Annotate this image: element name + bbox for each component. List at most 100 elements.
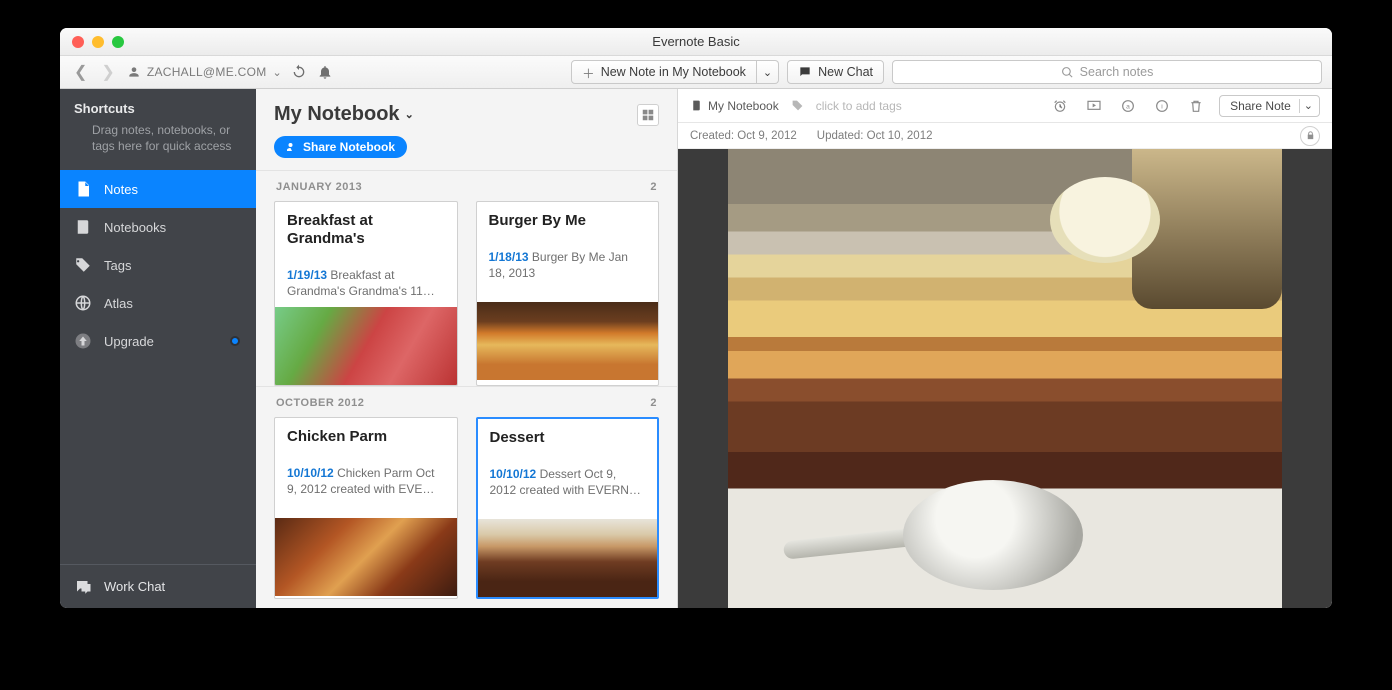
tag-icon	[74, 256, 92, 274]
globe-icon	[74, 294, 92, 312]
chat-icon	[798, 65, 812, 79]
new-note-button[interactable]: ＋ New Note in My Notebook	[571, 60, 757, 84]
new-note-group: ＋ New Note in My Notebook ⌄	[571, 60, 779, 84]
new-chat-label: New Chat	[818, 65, 873, 79]
list-section-header: OCTOBER 2012 2	[256, 386, 677, 417]
note-updated: Updated: Oct 10, 2012	[817, 130, 933, 142]
note-card[interactable]: Burger By Me 1/18/13 Burger By Me Jan 18…	[476, 201, 660, 386]
lock-icon	[1305, 130, 1316, 141]
notebook-header: My Notebook ⌄	[256, 89, 677, 136]
image-spoon	[783, 480, 1083, 590]
chevron-down-icon: ⌄	[273, 66, 283, 79]
lock-button[interactable]	[1300, 126, 1320, 146]
note-date: 10/10/12	[287, 466, 334, 480]
new-note-menu-button[interactable]: ⌄	[757, 60, 779, 84]
notebook-title-dropdown[interactable]: My Notebook ⌄	[274, 103, 414, 126]
note-title: Chicken Parm	[287, 428, 445, 446]
note-title: Dessert	[490, 429, 646, 447]
note-card[interactable]: Chicken Parm 10/10/12 Chicken Parm Oct 9…	[274, 417, 458, 599]
section-label: JANUARY 2013	[276, 181, 362, 193]
present-button[interactable]	[1083, 95, 1105, 117]
info-button[interactable]: i	[1151, 95, 1173, 117]
nav-forward-button[interactable]: ❯	[101, 62, 114, 82]
sidebar-label: Upgrade	[104, 334, 154, 349]
image-medallion	[1050, 177, 1160, 263]
chevron-down-icon: ⌄	[1304, 99, 1313, 112]
note-image	[728, 149, 1282, 608]
share-user-icon	[286, 141, 298, 153]
sidebar-label: Atlas	[104, 296, 133, 311]
shortcuts-title: Shortcuts	[74, 101, 242, 116]
sidebar-item-workchat[interactable]: Work Chat	[60, 564, 256, 608]
sidebar: Shortcuts Drag notes, notebooks, or tags…	[60, 89, 256, 608]
note-thumbnail	[478, 519, 658, 597]
note-thumbnail	[275, 307, 457, 385]
minimize-window-button[interactable]	[92, 36, 104, 48]
sidebar-item-atlas[interactable]: Atlas	[60, 284, 256, 322]
delete-button[interactable]	[1185, 95, 1207, 117]
sidebar-label: Notes	[104, 182, 138, 197]
shortcuts-hint: Drag notes, notebooks, or tags here for …	[74, 122, 242, 154]
share-note-button[interactable]: Share Note ⌄	[1219, 95, 1320, 117]
notebook-small-icon	[690, 99, 703, 112]
notebook-title: My Notebook	[274, 103, 400, 126]
chevron-down-icon: ⌄	[405, 108, 414, 121]
note-thumbnail	[275, 518, 457, 596]
section-label: OCTOBER 2012	[276, 397, 364, 409]
toolbar: ❮ ❯ ZACHALL@ME.COM ⌄ ＋ New Note in My No…	[60, 56, 1332, 89]
note-content[interactable]	[678, 149, 1332, 608]
reminder-button[interactable]	[1049, 95, 1071, 117]
note-list[interactable]: JANUARY 2013 2 Breakfast at Grandma's 1/…	[256, 170, 677, 608]
badge-dot	[230, 336, 240, 346]
notebook-icon	[74, 218, 92, 236]
note-created: Created: Oct 9, 2012	[690, 130, 797, 142]
new-note-label: New Note in My Notebook	[601, 65, 746, 79]
sidebar-item-notes[interactable]: Notes	[60, 170, 256, 208]
search-placeholder: Search notes	[1080, 65, 1154, 79]
section-count: 2	[650, 181, 657, 193]
nav-arrows: ❮ ❯	[70, 62, 119, 82]
share-notebook-button[interactable]: Share Notebook	[274, 136, 407, 158]
chevron-down-icon: ⌄	[763, 66, 772, 79]
sidebar-item-notebooks[interactable]: Notebooks	[60, 208, 256, 246]
notifications-button[interactable]	[316, 63, 334, 81]
view-mode-button[interactable]	[637, 104, 659, 126]
grgrid-icon	[641, 108, 655, 122]
annotate-button[interactable]: a	[1117, 95, 1139, 117]
close-window-button[interactable]	[72, 36, 84, 48]
note-panel: My Notebook click to add tags a i Share …	[678, 89, 1332, 608]
workchat-label: Work Chat	[104, 579, 165, 594]
shortcuts-section: Shortcuts Drag notes, notebooks, or tags…	[60, 89, 256, 170]
tag-outline-icon	[791, 99, 804, 112]
plus-icon: ＋	[582, 63, 595, 82]
upgrade-icon	[74, 332, 92, 350]
list-section-header: JANUARY 2013 2	[256, 170, 677, 201]
note-notebook-selector[interactable]: My Notebook	[690, 99, 779, 113]
account-label: ZACHALL@ME.COM	[147, 65, 267, 79]
sidebar-label: Notebooks	[104, 220, 166, 235]
account-menu[interactable]: ZACHALL@ME.COM ⌄	[127, 65, 282, 79]
note-meta: Created: Oct 9, 2012 Updated: Oct 10, 20…	[678, 123, 1332, 149]
sidebar-item-upgrade[interactable]: Upgrade	[60, 322, 256, 360]
note-thumbnail	[477, 302, 659, 380]
note-icon	[74, 180, 92, 198]
note-notebook-label: My Notebook	[708, 99, 779, 113]
new-chat-button[interactable]: New Chat	[787, 60, 884, 84]
nav-back-button[interactable]: ❮	[74, 62, 87, 82]
app-window: Evernote Basic ❮ ❯ ZACHALL@ME.COM ⌄ ＋ Ne…	[60, 28, 1332, 608]
title-bar: Evernote Basic	[60, 28, 1332, 56]
search-input[interactable]: Search notes	[892, 60, 1322, 84]
user-icon	[127, 65, 141, 79]
sidebar-label: Tags	[104, 258, 131, 273]
add-tags-input[interactable]: click to add tags	[816, 99, 902, 113]
note-header: My Notebook click to add tags a i Share …	[678, 89, 1332, 123]
note-card-selected[interactable]: Dessert 10/10/12 Dessert Oct 9, 2012 cre…	[476, 417, 660, 599]
workchat-icon	[74, 578, 92, 596]
note-date: 1/18/13	[489, 250, 529, 264]
sidebar-item-tags[interactable]: Tags	[60, 246, 256, 284]
section-count: 2	[650, 397, 657, 409]
note-card[interactable]: Breakfast at Grandma's 1/19/13 Breakfast…	[274, 201, 458, 386]
zoom-window-button[interactable]	[112, 36, 124, 48]
svg-text:a: a	[1126, 103, 1130, 110]
sync-button[interactable]	[290, 63, 308, 81]
